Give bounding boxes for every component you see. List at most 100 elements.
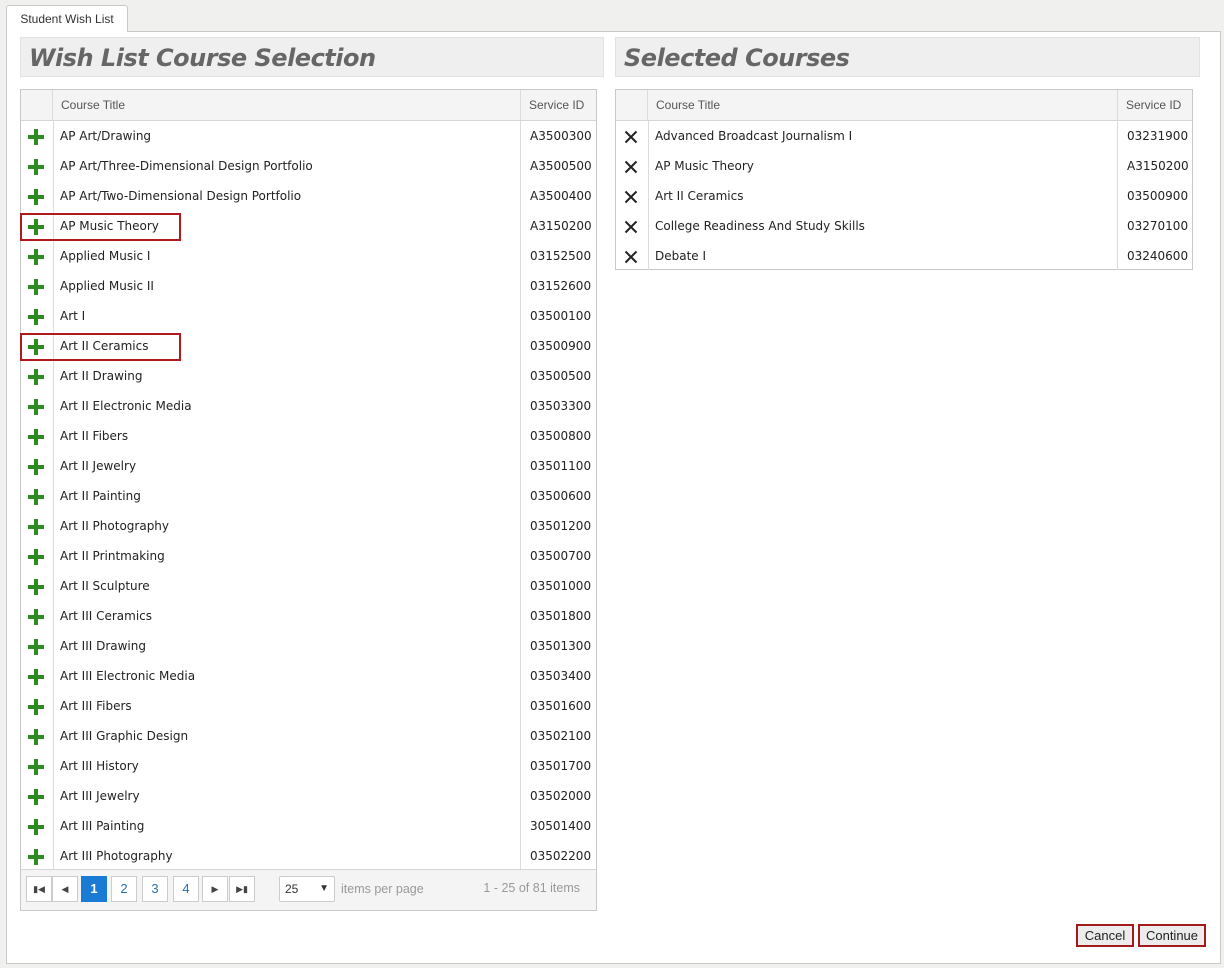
page-4-button[interactable]: 4 — [173, 876, 199, 902]
cancel-button[interactable]: Cancel — [1076, 924, 1134, 947]
table-row: Art III Painting 30501400 — [21, 811, 596, 841]
service-id-cell: 03501100 — [530, 459, 592, 473]
plus-icon[interactable] — [27, 548, 45, 566]
course-title-cell: Art II Ceramics — [655, 189, 744, 203]
table-row: Art III Photography 03502200 — [21, 841, 596, 871]
plus-icon[interactable] — [27, 158, 45, 176]
plus-icon[interactable] — [27, 518, 45, 536]
service-id-column-header[interactable]: Service ID — [520, 90, 597, 120]
plus-icon[interactable] — [27, 638, 45, 656]
course-title-cell: College Readiness And Study Skills — [655, 219, 865, 233]
table-row: Art III Electronic Media 03503400 — [21, 661, 596, 691]
table-row: Art II Jewelry 03501100 — [21, 451, 596, 481]
course-title-column-header[interactable]: Course Title — [656, 90, 720, 120]
table-row: Art III Jewelry 03502000 — [21, 781, 596, 811]
wish-list-course-grid: Course Title Service ID AP Art/Drawing A3… — [20, 89, 597, 911]
course-title-cell: Art III Graphic Design — [60, 729, 189, 743]
plus-icon[interactable] — [27, 278, 45, 296]
plus-icon[interactable] — [27, 728, 45, 746]
continue-button[interactable]: Continue — [1138, 924, 1206, 947]
table-row: Advanced Broadcast Journalism I 03231900 — [616, 121, 1192, 151]
course-title-cell: Art II Printmaking — [60, 549, 165, 563]
close-icon[interactable] — [622, 188, 640, 206]
service-id-cell: 03501000 — [530, 579, 592, 593]
plus-icon[interactable] — [27, 428, 45, 446]
wish-list-panel-title: Wish List Course Selection — [20, 37, 604, 77]
plus-icon[interactable] — [27, 818, 45, 836]
table-row: Art II Drawing 03500500 — [21, 361, 596, 391]
service-id-cell: 03500800 — [530, 429, 592, 443]
plus-icon[interactable] — [27, 608, 45, 626]
service-id-cell: 03270100 — [1127, 219, 1189, 233]
table-row: College Readiness And Study Skills 032701… — [616, 211, 1192, 241]
selected-courses-grid: Course Title Service ID Advanced Broadca… — [615, 89, 1193, 270]
page-size-select[interactable]: 25 ▼ — [279, 876, 335, 902]
pager-info: 1 - 25 of 81 items — [483, 881, 580, 895]
service-id-cell: 03503400 — [530, 669, 592, 683]
plus-icon[interactable] — [27, 698, 45, 716]
course-title-cell: Applied Music I — [60, 249, 151, 263]
plus-icon[interactable] — [27, 668, 45, 686]
plus-icon[interactable] — [27, 758, 45, 776]
plus-icon[interactable] — [27, 128, 45, 146]
table-row: Art II Ceramics 03500900 — [616, 181, 1192, 211]
next-page-button[interactable]: ▶ — [202, 876, 228, 902]
selected-course-rows: Advanced Broadcast Journalism I 03231900 A… — [616, 121, 1192, 270]
first-page-button[interactable]: ▮◀ — [26, 876, 52, 902]
service-id-cell: 03152600 — [530, 279, 592, 293]
plus-icon[interactable] — [27, 578, 45, 596]
course-title-cell: Art I — [60, 309, 86, 323]
table-row: Art II Ceramics 03500900 — [20, 331, 596, 361]
plus-icon[interactable] — [27, 188, 45, 206]
plus-icon[interactable] — [27, 788, 45, 806]
plus-icon[interactable] — [27, 458, 45, 476]
items-per-page-label: items per page — [341, 882, 424, 896]
plus-icon[interactable] — [27, 248, 45, 266]
page-3-button[interactable]: 3 — [142, 876, 168, 902]
tab-student-wish-list[interactable]: Student Wish List — [6, 5, 128, 32]
course-title-cell: Art III Drawing — [60, 639, 146, 653]
previous-page-button[interactable]: ◀ — [52, 876, 78, 902]
page-2-button[interactable]: 2 — [111, 876, 137, 902]
service-id-cell: 03501200 — [530, 519, 592, 533]
table-row: Art III Drawing 03501300 — [21, 631, 596, 661]
plus-icon[interactable] — [27, 848, 45, 866]
service-id-cell: 03501800 — [530, 609, 592, 623]
close-icon[interactable] — [622, 158, 640, 176]
table-row: Art I 03500100 — [21, 301, 596, 331]
chevron-down-icon: ▼ — [319, 883, 329, 894]
service-id-cell: 03240600 — [1127, 249, 1189, 263]
course-title-cell: Debate I — [655, 249, 707, 263]
grid-pager: ▮◀ ◀ 1 2 3 4 ▶ ▶▮ 25 ▼ items per page 1 … — [21, 869, 596, 910]
close-icon[interactable] — [622, 248, 640, 266]
plus-icon[interactable] — [27, 308, 45, 326]
close-icon[interactable] — [622, 128, 640, 146]
plus-icon[interactable] — [27, 368, 45, 386]
last-page-button[interactable]: ▶▮ — [229, 876, 255, 902]
course-title-cell: Art II Fibers — [60, 429, 129, 443]
table-row: Art III Fibers 03501600 — [21, 691, 596, 721]
course-title-cell: Art II Photography — [60, 519, 170, 533]
plus-icon[interactable] — [27, 488, 45, 506]
service-id-cell: 03500900 — [1127, 189, 1189, 203]
table-row: AP Art/Three-Dimensional Design Portfoli… — [21, 151, 596, 181]
service-id-cell: A3150200 — [1127, 159, 1189, 173]
table-row: AP Art/Drawing A3500300 — [21, 121, 596, 151]
service-id-cell: 03152500 — [530, 249, 592, 263]
service-id-cell: 03501600 — [530, 699, 592, 713]
service-id-cell: 03231900 — [1127, 129, 1189, 143]
action-column-header — [21, 90, 53, 120]
page-size-value: 25 — [285, 882, 299, 896]
service-id-cell: 30501400 — [530, 819, 592, 833]
service-id-cell: 03502000 — [530, 789, 592, 803]
course-title-cell: Art III Photography — [60, 849, 173, 863]
page-1-button[interactable]: 1 — [81, 876, 107, 902]
grid-header: Course Title Service ID — [21, 90, 596, 121]
table-row: Applied Music II 03152600 — [21, 271, 596, 301]
close-icon[interactable] — [622, 218, 640, 236]
service-id-cell: 03501300 — [530, 639, 592, 653]
plus-icon[interactable] — [27, 398, 45, 416]
course-title-cell: Art III Electronic Media — [60, 669, 196, 683]
course-title-column-header[interactable]: Course Title — [61, 90, 125, 120]
service-id-column-header[interactable]: Service ID — [1117, 90, 1193, 120]
